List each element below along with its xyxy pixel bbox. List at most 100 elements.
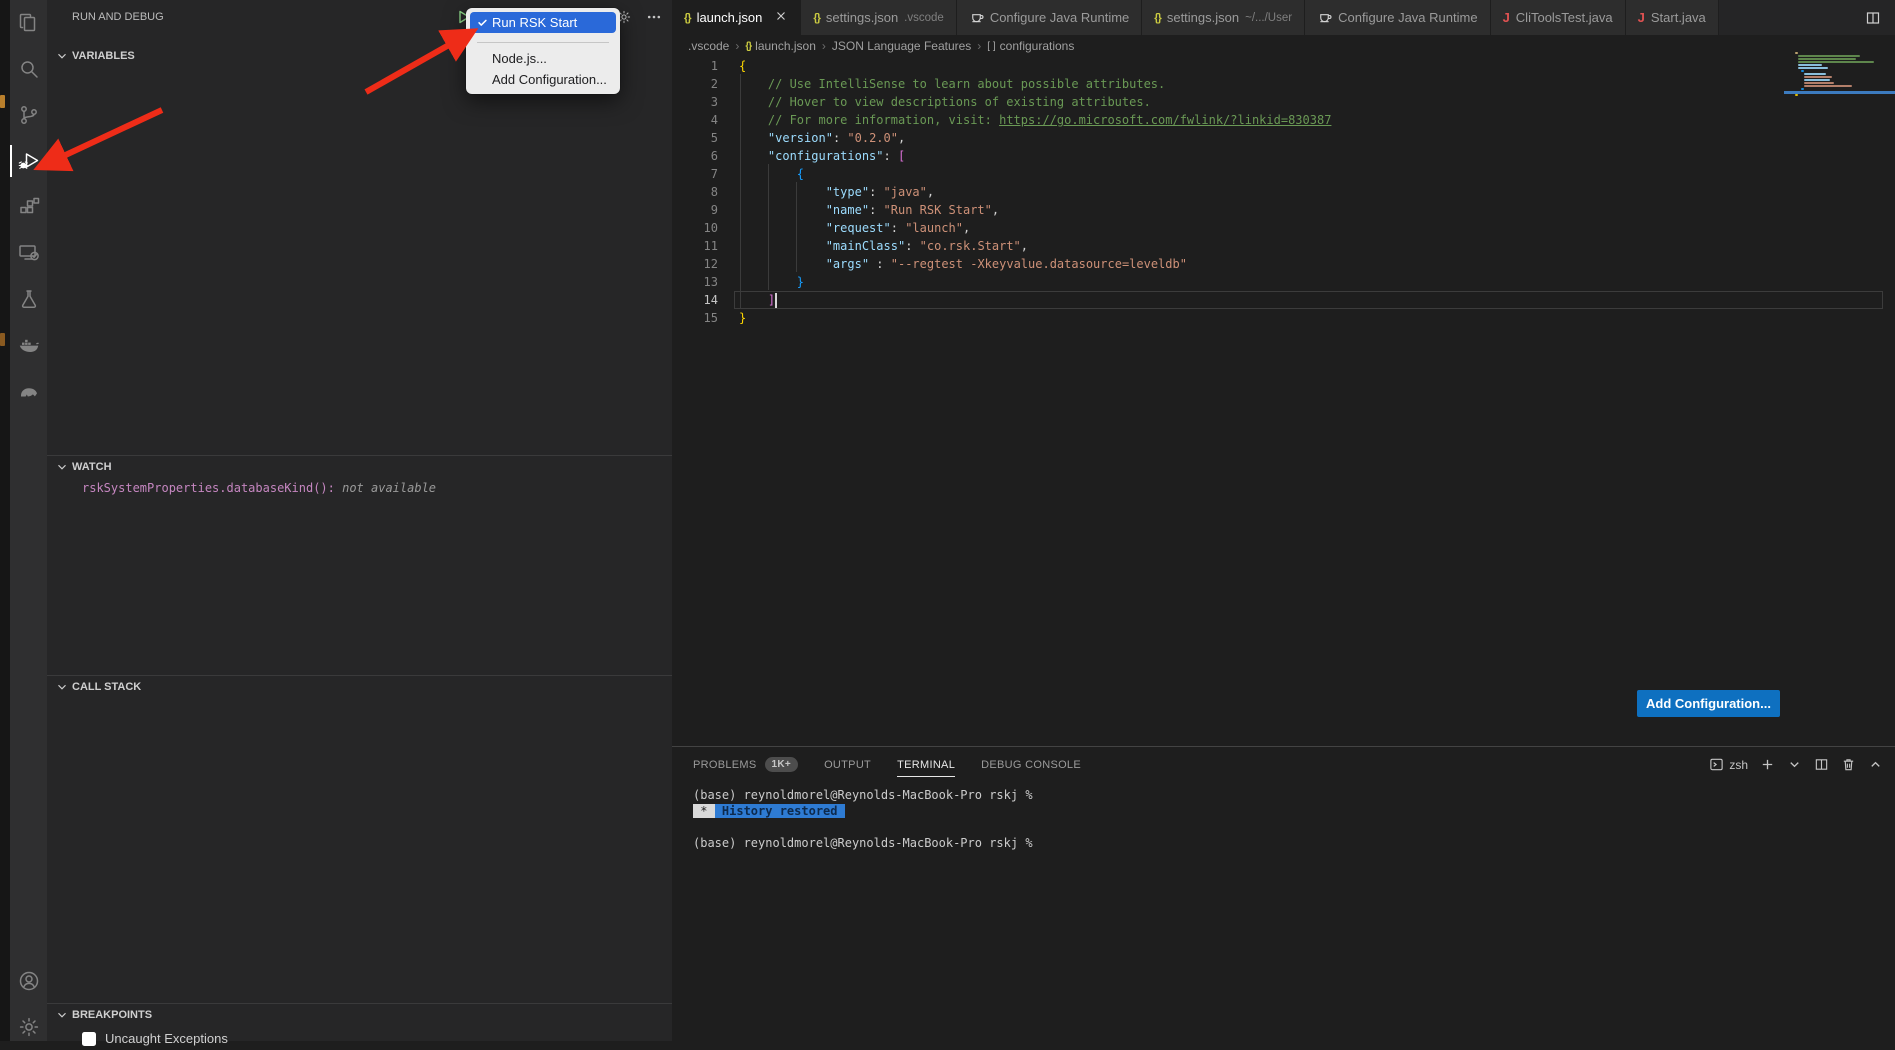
code-line-12[interactable]: 12 "args" : "--regtest -Xkeyvalue.dataso… [672, 255, 1895, 273]
kill-terminal-icon[interactable] [1841, 757, 1856, 772]
activity-item-testing[interactable] [10, 276, 47, 322]
editor-tab[interactable]: Configure Java Runtime [957, 0, 1142, 35]
activity-item-docker[interactable] [10, 322, 47, 368]
java-runtime-icon [1317, 9, 1332, 27]
activity-bar-top [10, 0, 47, 414]
debug-config-dropdown: Run RSK Start Node.js...Add Configuration… [466, 8, 620, 94]
breadcrumb-item[interactable]: {}launch.json [745, 39, 816, 53]
line-number: 12 [672, 255, 718, 273]
editor-tab[interactable]: {}settings.json~/.../User [1142, 0, 1305, 35]
breadcrumb: .vscode›{}launch.json›JSON Language Feat… [672, 35, 1895, 57]
editor-tab[interactable]: JStart.java [1626, 0, 1719, 35]
json-file-icon: {} [684, 12, 691, 24]
code-line-5[interactable]: 5 "version": "0.2.0", [672, 129, 1895, 147]
code-line-4[interactable]: 4 // For more information, visit: https:… [672, 111, 1895, 129]
line-number: 4 [672, 111, 718, 129]
breakpoint-row: Uncaught Exceptions [47, 1031, 672, 1046]
json-file-icon: {} [813, 12, 820, 24]
background-window-sliver [0, 95, 5, 108]
panel-tab-problems[interactable]: PROBLEMS1K+ [693, 747, 798, 782]
split-terminal-icon[interactable] [1814, 757, 1829, 772]
launch-profile-chevron-icon[interactable] [1787, 757, 1802, 772]
explorer-icon [17, 11, 41, 35]
menu-item[interactable]: Node.js... [470, 48, 616, 69]
shell-selector[interactable]: zsh [1709, 757, 1748, 772]
menu-separator [477, 42, 609, 43]
breadcrumb-item[interactable]: .vscode [688, 39, 729, 53]
menu-item[interactable]: Run RSK Start [470, 12, 616, 33]
editor-tab[interactable]: JCliToolsTest.java [1491, 0, 1626, 35]
panel-tab-terminal[interactable]: TERMINAL [897, 747, 955, 782]
activity-item-run-and-debug[interactable] [10, 138, 47, 184]
uncaught-exceptions-checkbox[interactable] [82, 1032, 96, 1046]
split-editor-icon[interactable] [1851, 0, 1895, 35]
code-line-1[interactable]: 1{ [672, 57, 1895, 75]
line-number: 1 [672, 57, 718, 75]
code-line-13[interactable]: 13 } [672, 273, 1895, 291]
watch-expression[interactable]: rskSystemProperties.databaseKind(): not … [47, 478, 672, 495]
terminal-output[interactable]: (base) reynoldmorel@Reynolds-MacBook-Pro… [693, 787, 1033, 851]
breakpoints-section: BREAKPOINTS Uncaught Exceptions [47, 1003, 672, 1046]
activity-item-remote-explorer[interactable] [10, 230, 47, 276]
line-number: 9 [672, 201, 718, 219]
problems-count-badge: 1K+ [765, 757, 799, 772]
code-line-3[interactable]: 3 // Hover to view descriptions of exist… [672, 93, 1895, 111]
minimap-line [1801, 70, 1804, 72]
chevron-down-icon [55, 49, 69, 63]
more-actions-icon[interactable] [646, 9, 662, 25]
section-header-watch[interactable]: WATCH [47, 456, 672, 478]
terminal-icon [1709, 757, 1724, 772]
code-line-10[interactable]: 10 "request": "launch", [672, 219, 1895, 237]
editor-tab[interactable]: Configure Java Runtime [1305, 0, 1490, 35]
code-line-7[interactable]: 7 { [672, 165, 1895, 183]
activity-item-source-control[interactable] [10, 92, 47, 138]
minimap-line [1804, 82, 1834, 84]
code-line-14[interactable]: 14 ] [672, 291, 1895, 309]
add-configuration-button[interactable]: Add Configuration... [1637, 690, 1780, 717]
minimap-line [1804, 73, 1826, 75]
editor-tab[interactable]: {}launch.json [672, 0, 801, 35]
settings-icon [17, 1015, 41, 1039]
panel-tab-debug-console[interactable]: DEBUG CONSOLE [981, 747, 1081, 782]
breadcrumb-item[interactable]: [ ]configurations [987, 39, 1074, 53]
code-line-11[interactable]: 11 "mainClass": "co.rsk.Start", [672, 237, 1895, 255]
chevron-down-icon [55, 680, 69, 694]
activity-item-search[interactable] [10, 46, 47, 92]
line-number: 8 [672, 183, 718, 201]
code-line-6[interactable]: 6 "configurations": [ [672, 147, 1895, 165]
editor-tab[interactable]: {}settings.json.vscode [801, 0, 956, 35]
minimap-current-line [1784, 91, 1895, 94]
code-editor[interactable]: 1{2 // Use IntelliSense to learn about p… [672, 57, 1895, 347]
minimap-line [1798, 61, 1874, 63]
code-line-2[interactable]: 2 // Use IntelliSense to learn about pos… [672, 75, 1895, 93]
line-number: 14 [672, 291, 718, 309]
code-line-8[interactable]: 8 "type": "java", [672, 183, 1895, 201]
activity-item-settings[interactable] [10, 1004, 47, 1050]
activity-item-accounts[interactable] [10, 958, 47, 1004]
editor-tab-bar: {}launch.json{}settings.json.vscodeConfi… [672, 0, 1895, 35]
text-cursor [775, 293, 777, 308]
panel-tab-output[interactable]: OUTPUT [824, 747, 871, 782]
gradle-icon [17, 379, 41, 403]
new-terminal-icon[interactable] [1760, 757, 1775, 772]
line-number: 7 [672, 165, 718, 183]
desktop-edge-strip [0, 0, 10, 1041]
menu-item[interactable]: Add Configuration... [470, 69, 616, 90]
line-number: 6 [672, 147, 718, 165]
section-header-breakpoints[interactable]: BREAKPOINTS [47, 1004, 672, 1026]
line-number: 5 [672, 129, 718, 147]
close-icon[interactable] [774, 9, 788, 26]
remote-explorer-icon [17, 241, 41, 265]
source-control-icon [17, 103, 41, 127]
breadcrumb-item[interactable]: JSON Language Features [832, 39, 971, 53]
activity-item-explorer[interactable] [10, 0, 47, 46]
activity-item-extensions[interactable] [10, 184, 47, 230]
code-line-15[interactable]: 15} [672, 309, 1895, 327]
maximize-panel-icon[interactable] [1868, 757, 1883, 772]
section-header-call-stack[interactable]: CALL STACK [47, 676, 672, 698]
java-runtime-icon [969, 9, 984, 27]
activity-item-gradle[interactable] [10, 368, 47, 414]
code-line-9[interactable]: 9 "name": "Run RSK Start", [672, 201, 1895, 219]
breadcrumb-separator: › [822, 39, 826, 53]
minimap-line [1795, 94, 1798, 96]
